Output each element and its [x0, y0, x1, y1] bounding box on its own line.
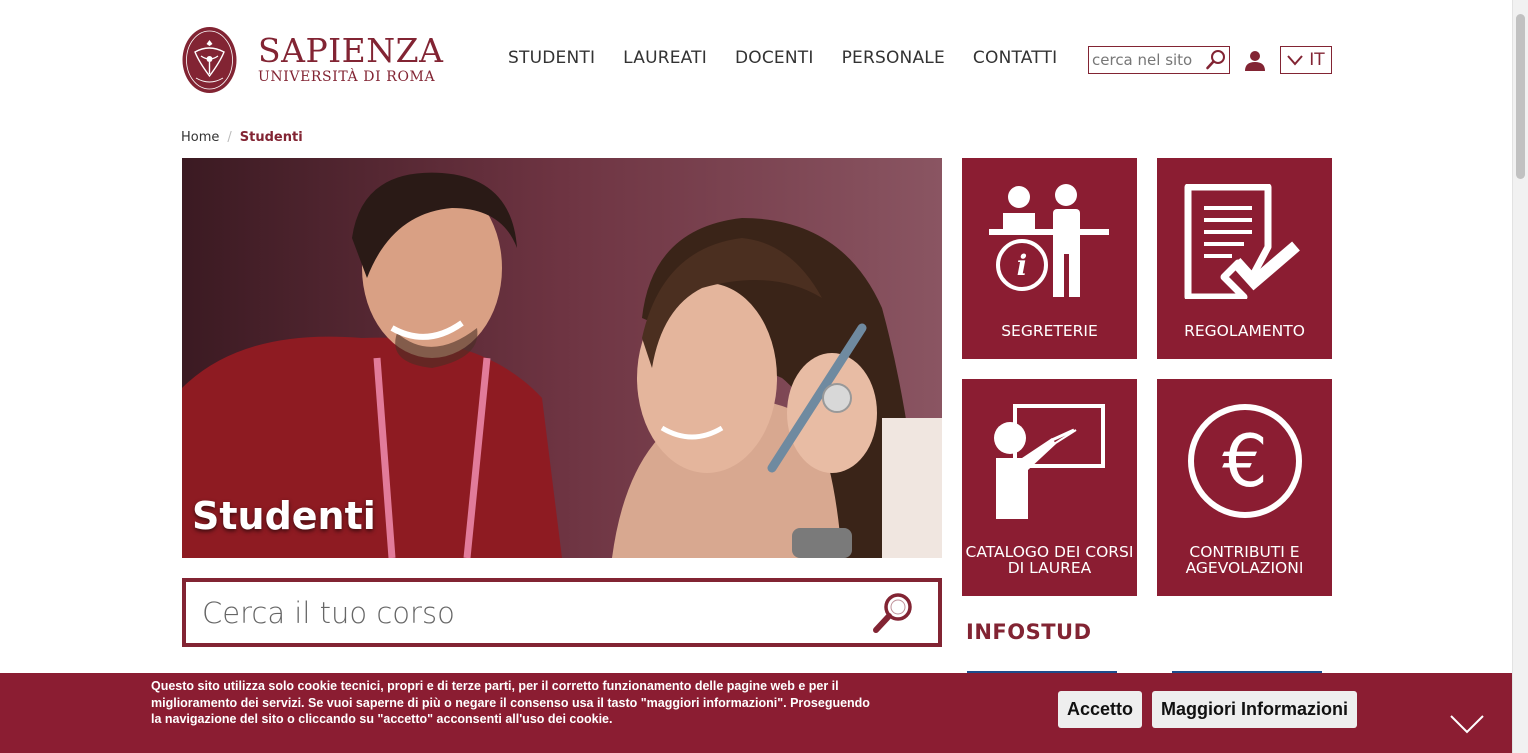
- tile-label-line1: CATALOGO DEI CORSI: [965, 543, 1134, 561]
- cookie-text-line3: la navigazione del sito o cliccando su "…: [151, 712, 613, 726]
- svg-text:€: €: [1222, 419, 1268, 503]
- site-search-input[interactable]: [1089, 48, 1201, 72]
- information-desk-icon: i: [989, 184, 1109, 297]
- teacher-board-icon: [994, 404, 1105, 519]
- tile-label-line2: AGEVOLAZIONI: [1185, 559, 1304, 577]
- hero-banner: Studenti: [182, 158, 942, 558]
- page-scrollbar[interactable]: [1512, 0, 1528, 753]
- logo-subtitle: UNIVERSITÀ DI ROMA: [258, 68, 436, 85]
- language-label: IT: [1309, 50, 1325, 70]
- tile-label: SEGRETERIE: [1001, 322, 1098, 340]
- tile-label-line2: DI LAUREA: [1007, 559, 1092, 577]
- tile-label: CONTRIBUTI E AGEVOLAZIONI: [1157, 544, 1332, 576]
- course-search-input[interactable]: [186, 587, 870, 638]
- search-icon[interactable]: [1205, 49, 1227, 71]
- course-search: [182, 578, 942, 647]
- nav-item-contatti[interactable]: CONTATTI: [973, 48, 1057, 68]
- sapienza-seal-icon: [182, 27, 237, 93]
- site-search: [1088, 46, 1230, 74]
- infostud-heading: INFOSTUD: [966, 620, 1092, 644]
- scrollbar-thumb[interactable]: [1516, 14, 1525, 179]
- tile-contributi[interactable]: € CONTRIBUTI E AGEVOLAZIONI: [1157, 379, 1332, 596]
- tile-label-line1: CONTRIBUTI E: [1189, 543, 1300, 561]
- euro-icon: €: [1188, 404, 1302, 518]
- tile-segreterie[interactable]: i SEGRETERIE: [962, 158, 1137, 359]
- svg-text:i: i: [1017, 249, 1028, 282]
- hero-title: Studenti: [192, 494, 376, 538]
- cookie-text-line2: miglioramento dei servizi. Se vuoi saper…: [151, 695, 870, 710]
- breadcrumb-home[interactable]: Home: [181, 130, 219, 145]
- tile-label: CATALOGO DEI CORSI DI LAUREA: [962, 544, 1137, 576]
- nav-item-studenti[interactable]: STUDENTI: [508, 48, 595, 68]
- user-icon[interactable]: [1244, 50, 1266, 72]
- cookie-banner: Questo sito utilizza solo cookie tecnici…: [0, 673, 1512, 753]
- tile-catalogo-corsi[interactable]: CATALOGO DEI CORSI DI LAUREA: [962, 379, 1137, 596]
- language-selector[interactable]: IT: [1280, 46, 1332, 74]
- search-icon[interactable]: [870, 590, 916, 636]
- page: SAPIENZA UNIVERSITÀ DI ROMA STUDENTI LAU…: [0, 0, 1528, 753]
- document-check-icon: [1184, 184, 1300, 299]
- breadcrumb-separator: /: [227, 130, 232, 145]
- breadcrumb: Home / Studenti: [181, 130, 303, 145]
- more-info-button[interactable]: Maggiori Informazioni: [1152, 691, 1357, 728]
- main-nav: STUDENTI LAUREATI DOCENTI PERSONALE CONT…: [508, 48, 1085, 68]
- nav-item-laureati[interactable]: LAUREATI: [623, 48, 707, 68]
- nav-item-personale[interactable]: PERSONALE: [842, 48, 945, 68]
- sapienza-logo[interactable]: SAPIENZA UNIVERSITÀ DI ROMA: [181, 26, 443, 94]
- accept-cookies-button[interactable]: Accetto: [1058, 691, 1142, 728]
- cookie-text-line1: Questo sito utilizza solo cookie tecnici…: [151, 679, 839, 693]
- cookie-text: Questo sito utilizza solo cookie tecnici…: [151, 678, 881, 728]
- nav-item-docenti[interactable]: DOCENTI: [735, 48, 814, 68]
- breadcrumb-current: Studenti: [239, 130, 303, 145]
- tile-regolamento[interactable]: REGOLAMENTO: [1157, 158, 1332, 359]
- logo-title: SAPIENZA: [258, 30, 444, 70]
- chevron-down-icon[interactable]: [1450, 714, 1484, 734]
- chevron-down-icon: [1287, 55, 1304, 66]
- tile-label: REGOLAMENTO: [1184, 322, 1305, 340]
